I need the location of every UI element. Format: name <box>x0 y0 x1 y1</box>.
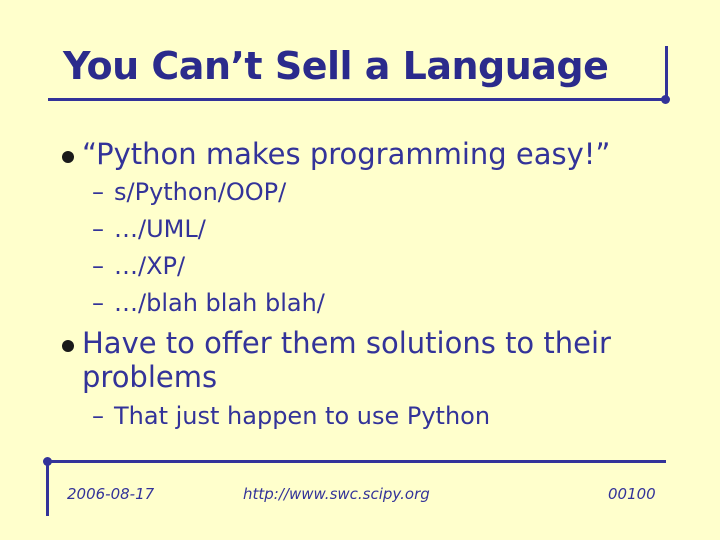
bullet-dot-icon <box>62 340 74 352</box>
footer-top-rule <box>48 460 666 463</box>
sub-bullet-text: That just happen to use Python <box>114 402 491 430</box>
bullet-text-line1: Have to offer them solutions to their <box>82 326 611 360</box>
sub-bullet-item: – …/blah blah blah/ <box>92 289 325 317</box>
footer-date: 2006-08-17 <box>67 485 155 503</box>
footer-url: http://www.swc.scipy.org <box>243 485 430 503</box>
sub-bullet-text: …/blah blah blah/ <box>114 289 325 317</box>
bullet-text: “Python makes programming easy!” <box>82 137 611 171</box>
sub-bullet-item: – s/Python/OOP/ <box>92 178 286 206</box>
footer-page-number: 00100 <box>608 485 656 503</box>
dash-icon: – <box>92 252 104 280</box>
title-vertical-rule <box>665 46 668 98</box>
title-rule-dot <box>661 95 670 104</box>
footer-vertical-rule <box>46 462 49 516</box>
slide: You Can’t Sell a Language “Python makes … <box>0 0 720 540</box>
dash-icon: – <box>92 402 104 430</box>
sub-bullet-item: – …/XP/ <box>92 252 185 280</box>
sub-bullet-text: s/Python/OOP/ <box>114 178 287 206</box>
bullet-text-line2: problems <box>82 360 218 394</box>
slide-title: You Can’t Sell a Language <box>63 44 609 88</box>
sub-bullet-item: – …/UML/ <box>92 215 206 243</box>
sub-bullet-item: – That just happen to use Python <box>92 402 490 430</box>
sub-bullet-text: …/UML/ <box>114 215 206 243</box>
title-underline-rule <box>48 98 666 101</box>
dash-icon: – <box>92 289 104 317</box>
dash-icon: – <box>92 178 104 206</box>
dash-icon: – <box>92 215 104 243</box>
sub-bullet-text: …/XP/ <box>114 252 186 280</box>
bullet-dot-icon <box>62 151 74 163</box>
